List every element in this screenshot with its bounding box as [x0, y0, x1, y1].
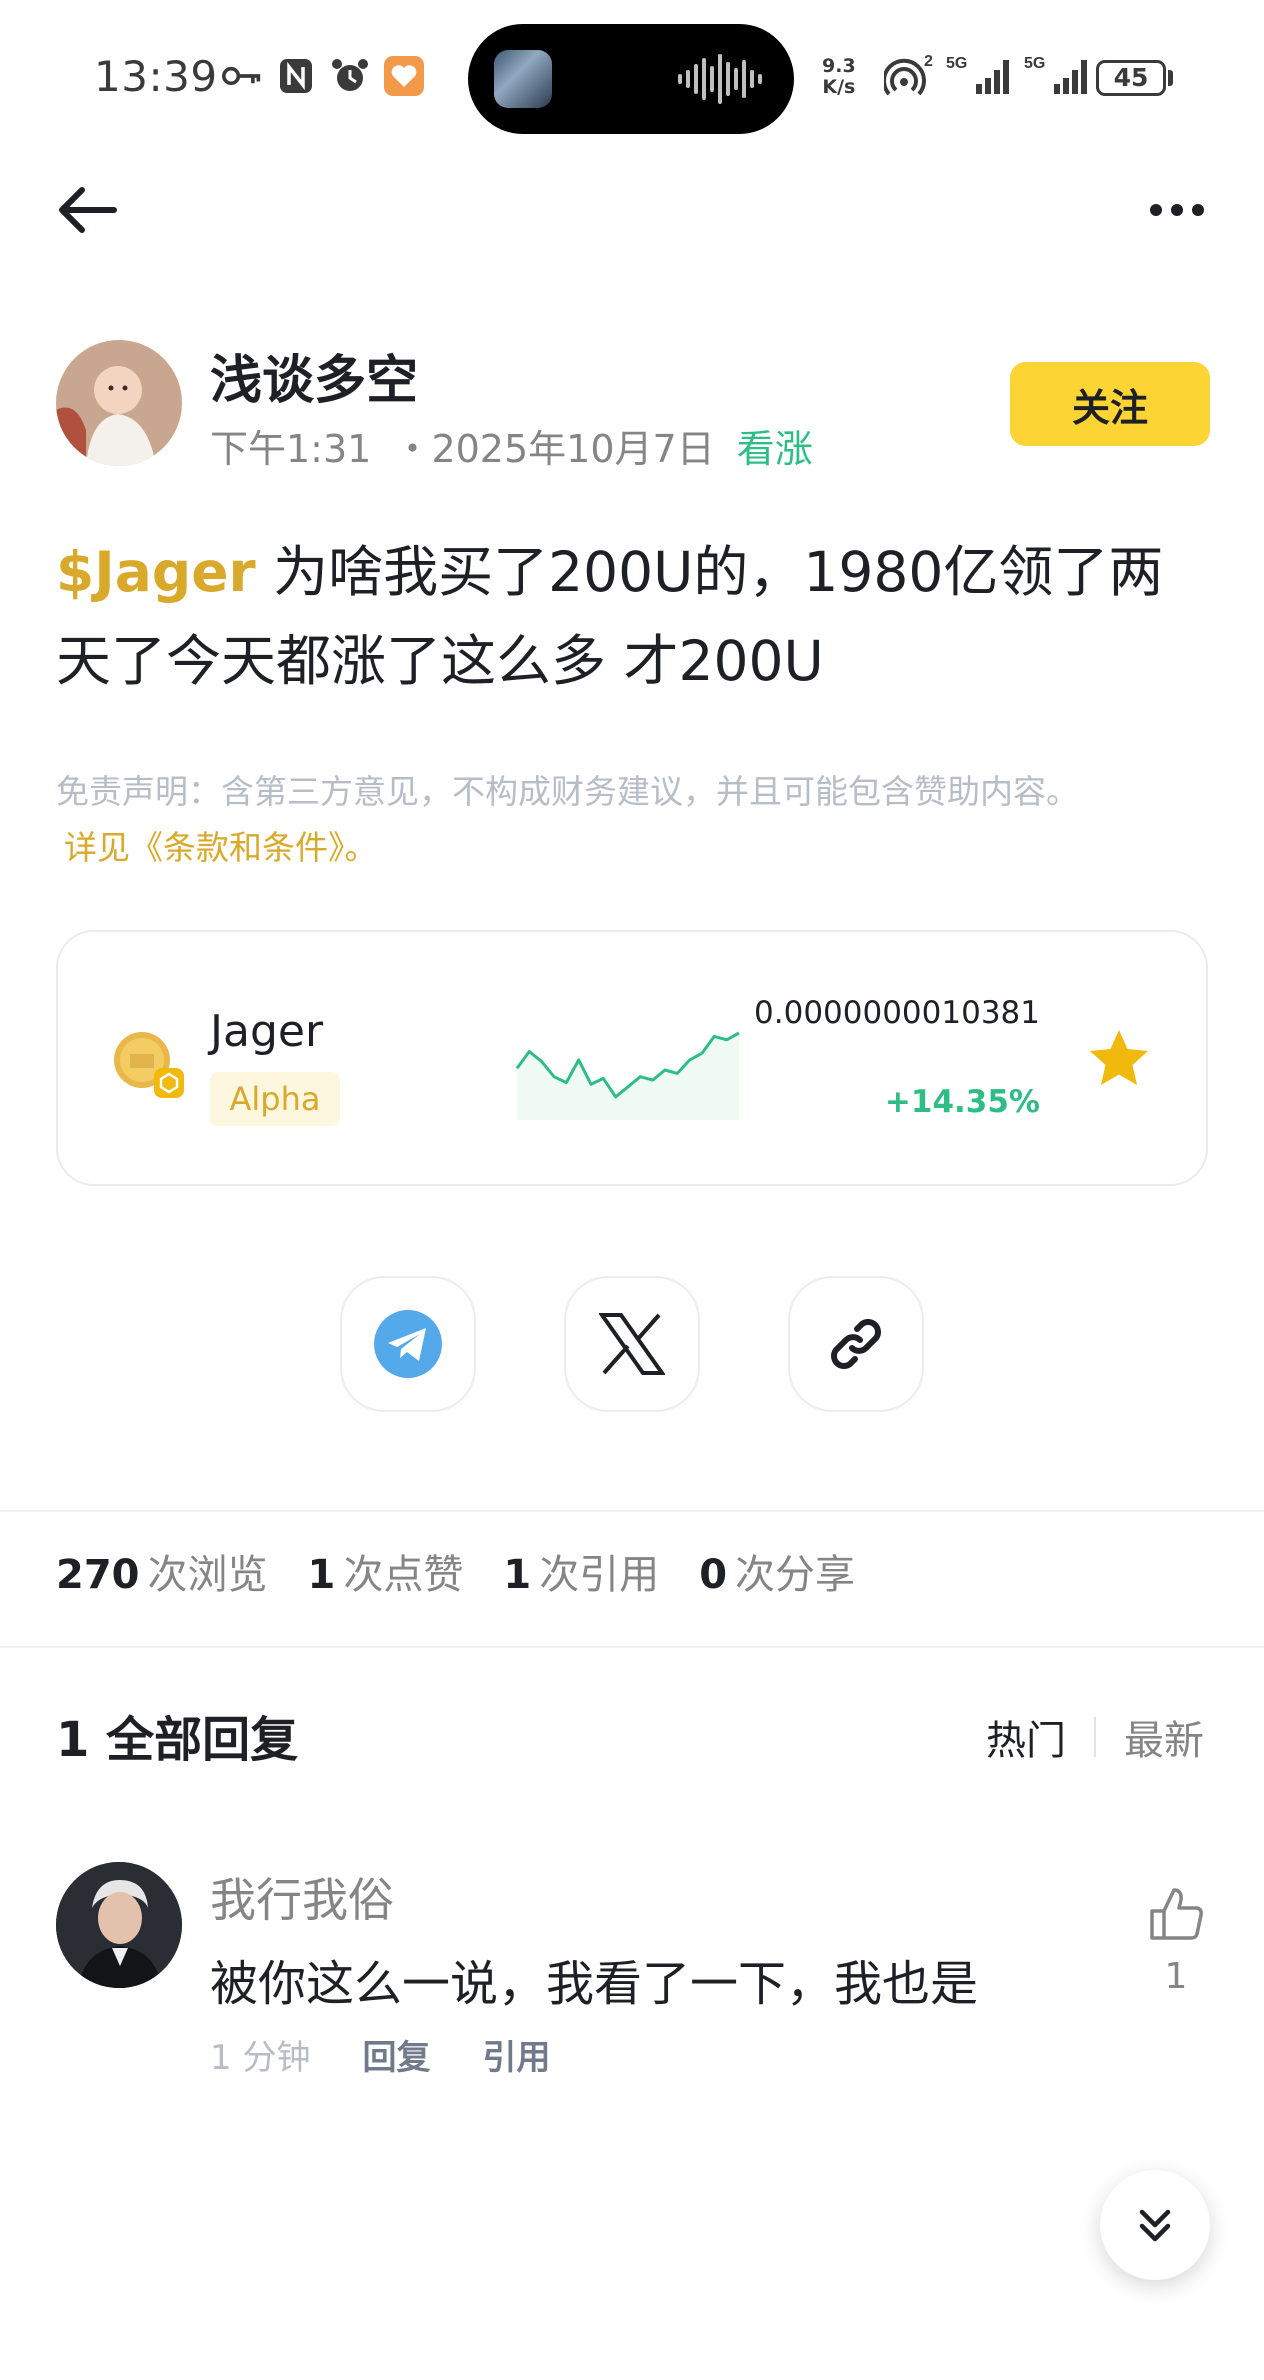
date-separator: ・ — [393, 427, 432, 471]
share-telegram-button[interactable] — [340, 1276, 476, 1412]
net-speed-unit: K/s — [822, 76, 856, 98]
post-time: 下午1:31 — [210, 427, 372, 471]
comment-time: 1 分钟 — [210, 2038, 311, 2078]
post-stats: 270 次浏览 1 次点赞 1 次引用 0 次分享 — [56, 1542, 855, 1600]
sort-tabs: 热门 最新 — [986, 1708, 1204, 1766]
post-meta: 下午1:31 ・2025年10月7日 看涨 — [210, 418, 813, 473]
double-chevron-down-icon — [1139, 2209, 1171, 2242]
shares-stat: 0 次分享 — [699, 1542, 855, 1600]
hotspot-icon: 2 — [884, 53, 933, 96]
battery-level: 45 — [1096, 60, 1166, 96]
author-name[interactable]: 浅谈多空 — [210, 338, 418, 413]
comment-meta: 1 分钟 回复 引用 — [210, 2030, 550, 2079]
status-time: 13:39 — [94, 52, 218, 101]
commenter-name[interactable]: 我行我俗 — [210, 1864, 394, 1930]
disclaimer: 免责声明：含第三方意见，不构成财务建议，并且可能包含赞助内容。 详见《条款和条件… — [56, 764, 1216, 876]
scroll-down-button[interactable] — [1100, 2170, 1210, 2280]
thumbs-up-icon[interactable] — [1146, 1884, 1206, 1944]
network-speed: 9.3 K/s — [822, 56, 856, 98]
alarm-icon — [330, 56, 370, 96]
disclaimer-text: 免责声明：含第三方意见，不构成财务建议，并且可能包含赞助内容。 — [56, 772, 1079, 811]
shares-count: 0 — [699, 1552, 728, 1598]
key-icon — [222, 56, 262, 96]
views-stat: 270 次浏览 — [56, 1542, 268, 1600]
commenter-avatar[interactable] — [56, 1862, 182, 1988]
alpha-badge: Alpha — [210, 1072, 340, 1126]
token-name: Jager — [210, 1006, 324, 1057]
shares-label: 次分享 — [735, 1552, 856, 1598]
follow-button[interactable]: 关注 — [1010, 362, 1210, 446]
link-icon — [831, 1319, 881, 1369]
health-app-icon — [384, 56, 424, 96]
more-options-icon[interactable] — [1142, 188, 1212, 232]
back-button[interactable] — [52, 178, 132, 242]
post-date: 2025年10月7日 — [431, 427, 715, 471]
nfc-icon — [276, 56, 316, 96]
x-logo-icon — [599, 1313, 665, 1375]
sort-hot-tab[interactable]: 热门 — [986, 1708, 1066, 1766]
svg-text:2: 2 — [924, 53, 933, 70]
quotes-label: 次引用 — [539, 1552, 660, 1598]
quote-button[interactable]: 引用 — [482, 2030, 550, 2079]
sort-latest-tab[interactable]: 最新 — [1124, 1708, 1204, 1766]
likes-label: 次点赞 — [343, 1552, 464, 1598]
likes-count: 1 — [307, 1552, 336, 1598]
comment-text: 被你这么一说，我看了一下，我也是 — [210, 1956, 979, 2012]
audio-wave-icon — [678, 54, 762, 104]
svg-text:5G: 5G — [946, 55, 967, 72]
author-avatar[interactable] — [56, 340, 182, 466]
favorite-star-icon[interactable] — [1086, 1026, 1152, 1092]
ticker-link[interactable]: $Jager — [56, 540, 256, 604]
sentiment-tag: 看涨 — [736, 427, 813, 471]
price-change: +14.35% — [884, 1084, 1040, 1120]
copy-link-button[interactable] — [788, 1276, 924, 1412]
telegram-icon — [374, 1310, 442, 1378]
back-arrow-icon — [59, 187, 117, 233]
divider — [0, 1646, 1264, 1648]
quotes-count: 1 — [503, 1552, 532, 1598]
comment-like-count: 1 — [1164, 1956, 1188, 1997]
divider — [0, 1510, 1264, 1512]
tab-separator — [1094, 1717, 1096, 1757]
status-icons-left — [222, 56, 424, 96]
signal-sim1-icon: 5G — [946, 55, 1009, 94]
jager-coin-icon — [114, 1032, 184, 1098]
status-icons-right: 2 5G 5G — [884, 52, 1092, 96]
share-x-button[interactable] — [564, 1276, 700, 1412]
net-speed-value: 9.3 — [822, 55, 856, 77]
signal-sim2-icon: 5G — [1024, 55, 1087, 94]
terms-link[interactable]: 详见《条款和条件》。 — [56, 820, 1216, 876]
quotes-stat: 1 次引用 — [503, 1542, 659, 1600]
price-sparkline — [516, 1031, 740, 1120]
views-label: 次浏览 — [147, 1552, 268, 1598]
reply-button[interactable]: 回复 — [362, 2030, 430, 2079]
svg-text:5G: 5G — [1024, 55, 1045, 72]
replies-title: 1 全部回复 — [56, 1712, 299, 1768]
battery-tip — [1168, 70, 1173, 86]
game-app-icon — [494, 50, 552, 108]
token-price: 0.0000000010381 — [754, 995, 1040, 1031]
views-count: 270 — [56, 1552, 140, 1598]
likes-stat: 1 次点赞 — [308, 1542, 464, 1600]
post-content: $Jager 为啥我买了200U的，1980亿领了两天了今天都涨了这么多 才20… — [56, 528, 1206, 706]
